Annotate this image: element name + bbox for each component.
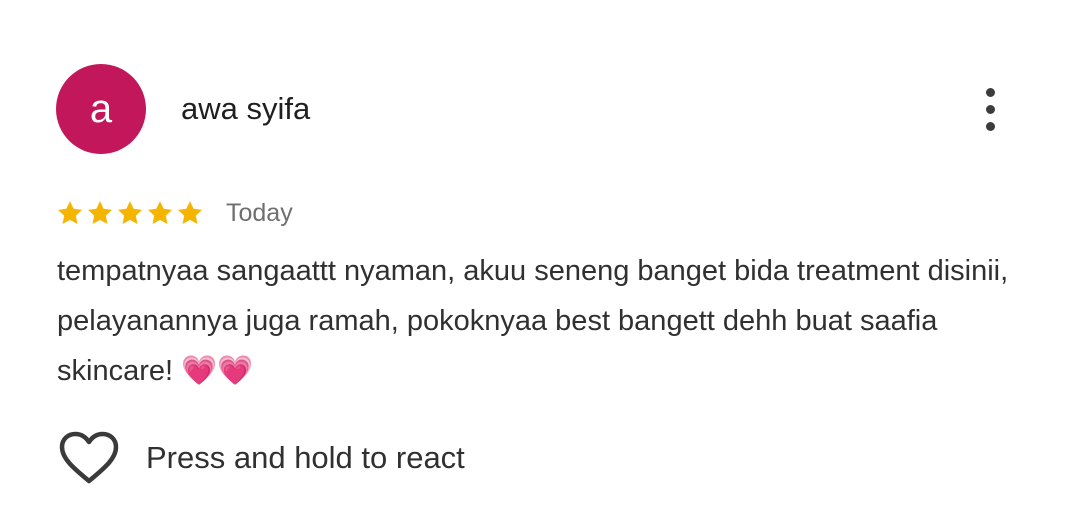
star-icon bbox=[117, 201, 143, 224]
review-text: tempatnyaa sangaattt nyaman, akuu seneng… bbox=[57, 255, 1009, 387]
star-icon bbox=[57, 201, 83, 224]
star-icon bbox=[177, 201, 203, 224]
avatar-letter: a bbox=[89, 87, 113, 131]
rating-row: Today bbox=[56, 194, 293, 232]
author-name[interactable]: awa syifa bbox=[181, 90, 310, 128]
react-label: Press and hold to react bbox=[146, 440, 465, 475]
more-vertical-icon-dot bbox=[985, 121, 995, 131]
more-vertical-icon-dot bbox=[985, 104, 995, 114]
more-vertical-icon bbox=[985, 87, 995, 97]
more-options-button[interactable] bbox=[970, 84, 1010, 134]
avatar[interactable]: a bbox=[56, 64, 146, 154]
star-rating bbox=[56, 199, 204, 227]
star-icon bbox=[87, 201, 113, 224]
star-icon bbox=[147, 201, 173, 224]
react-button[interactable]: Press and hold to react bbox=[58, 430, 465, 486]
review-date: Today bbox=[226, 198, 293, 227]
heart-outline-icon bbox=[59, 431, 119, 484]
